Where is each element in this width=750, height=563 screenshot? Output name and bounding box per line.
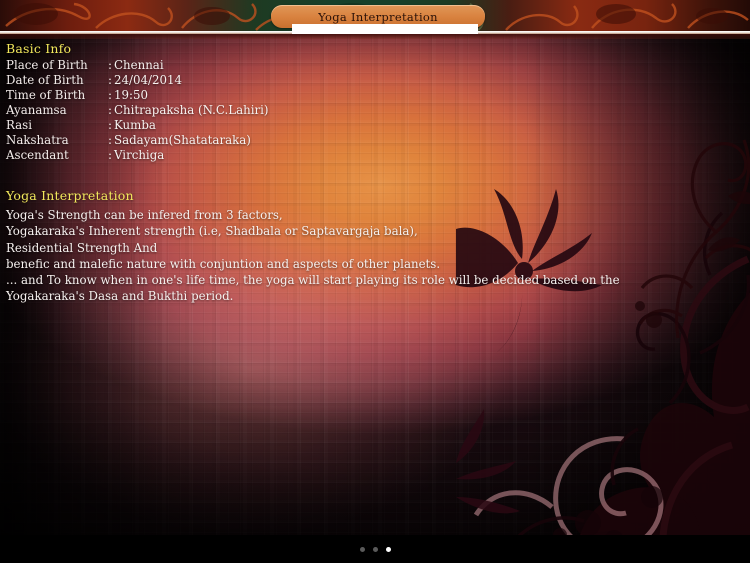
info-value: Sadayam(Shatataraka) (114, 133, 251, 147)
page-indicator[interactable] (0, 535, 750, 563)
page-dot-active[interactable] (385, 546, 391, 552)
info-value: 19:50 (114, 88, 148, 102)
basic-info-heading: Basic Info (6, 41, 72, 56)
title-tab-underlay (292, 24, 478, 34)
content-area: Basic Info Place of Birth : Chennai Date… (0, 39, 750, 535)
yoga-paragraph-line: Yoga's Strength can be infered from 3 fa… (6, 208, 283, 222)
table-row: Time of Birth : 19:50 (6, 88, 269, 103)
yoga-paragraph-line: Residential Strength And (6, 240, 158, 255)
info-value: Chitrapaksha (N.C.Lahiri) (114, 103, 269, 117)
table-row: Rasi : Kumba (6, 118, 269, 133)
table-row: Ascendant : Virchiga (6, 148, 269, 163)
page-dot[interactable] (372, 546, 378, 552)
info-value: Virchiga (114, 148, 165, 162)
info-value: Chennai (114, 58, 164, 72)
yoga-paragraph-line: ... and To know when in one's life time,… (6, 273, 620, 288)
table-row: Nakshatra : Sadayam(Shatataraka) (6, 133, 269, 148)
yoga-paragraph-line: Yogakaraka's Dasa and Bukthi period. (6, 289, 234, 304)
info-label: Time of Birth (6, 88, 86, 102)
info-value: Kumba (114, 118, 156, 132)
basic-info-table: Place of Birth : Chennai Date of Birth :… (6, 58, 269, 163)
info-label: Date of Birth (6, 73, 84, 87)
footer-bar (0, 535, 750, 563)
yoga-interpretation-body: Yoga's Strength can be infered from 3 fa… (6, 207, 646, 305)
table-row: Place of Birth : Chennai (6, 58, 269, 73)
yoga-paragraph-line: benefic and malefic nature with conjunti… (6, 256, 441, 271)
table-row: Ayanamsa : Chitrapaksha (N.C.Lahiri) (6, 103, 269, 118)
table-row: Date of Birth : 24/04/2014 (6, 73, 269, 88)
info-label: Ascendant (6, 148, 69, 162)
info-value: 24/04/2014 (114, 73, 182, 87)
info-label: Nakshatra (6, 133, 69, 147)
yoga-paragraph-line: Yogakaraka's Inherent strength (i.e, Sha… (6, 224, 418, 239)
yoga-interpretation-heading: Yoga Interpretation (6, 188, 134, 203)
info-label: Ayanamsa (6, 103, 67, 117)
app-window: Yoga Interpretation Basic Info Place of … (0, 0, 750, 563)
page-title-label: Yoga Interpretation (318, 9, 438, 24)
page-dot[interactable] (359, 546, 365, 552)
info-label: Place of Birth (6, 58, 88, 72)
info-label: Rasi (6, 118, 33, 132)
